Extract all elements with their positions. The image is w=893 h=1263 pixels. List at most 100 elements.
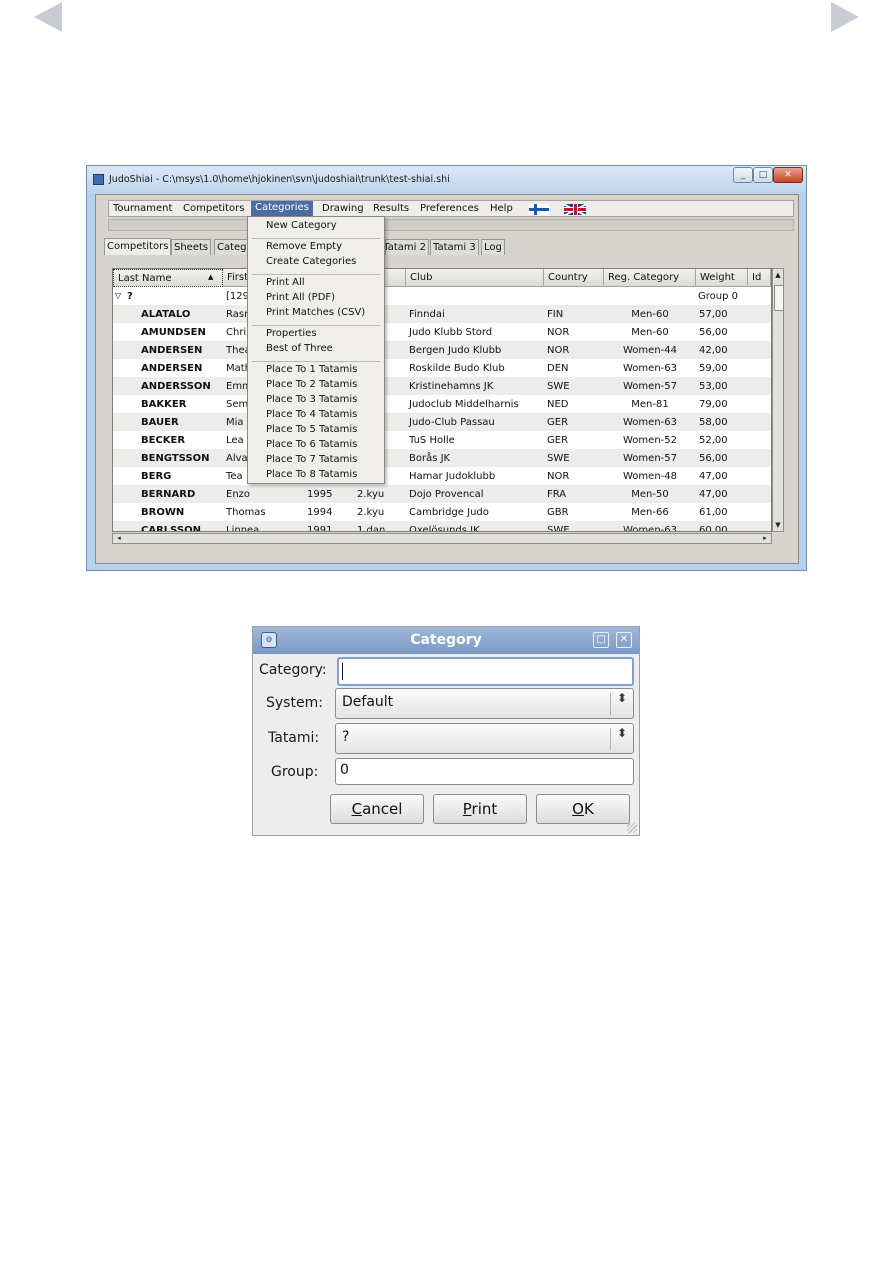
- first-name-cell: Mia: [226, 417, 244, 428]
- category-cell: Women-63: [623, 525, 677, 532]
- menu-item[interactable]: Print All: [266, 277, 305, 288]
- menu-item[interactable]: Place To 2 Tatamis: [266, 379, 357, 390]
- close-icon[interactable]: ✕: [616, 632, 632, 648]
- table-row[interactable]: ANDERSSON Emm Kristinehamns JK SWE Women-57 5…: [113, 377, 771, 395]
- category-cell: Men-66: [631, 507, 669, 518]
- first-name-cell: Thomas: [226, 507, 266, 518]
- menu-results[interactable]: Results: [373, 203, 409, 214]
- expander-icon[interactable]: ▽: [115, 291, 121, 300]
- menu-item[interactable]: Properties: [266, 328, 317, 339]
- table-row[interactable]: BERNARD Enzo 1995 2.kyu Dojo Provencal FRA Men…: [113, 485, 771, 503]
- menu-preferences[interactable]: Preferences: [420, 203, 479, 214]
- menu-item[interactable]: New Category: [266, 220, 337, 231]
- tab-competitors[interactable]: Competitors: [104, 238, 172, 255]
- table-row[interactable]: BENGTSSON Alva Borås JK SWE Women-57 56,00: [113, 449, 771, 467]
- menu-tournament[interactable]: Tournament: [113, 203, 172, 214]
- tatami-select[interactable]: ? ⬍: [335, 723, 634, 754]
- table-row[interactable]: BECKER Lea TuS Holle GER Women-52 52,00: [113, 431, 771, 449]
- club-cell: Kristinehamns JK: [409, 381, 494, 392]
- menu-item[interactable]: Place To 3 Tatamis: [266, 394, 357, 405]
- scroll-right-icon[interactable]: ▸: [760, 534, 770, 543]
- menu-item[interactable]: Print Matches (CSV): [266, 307, 365, 318]
- maximize-icon[interactable]: □: [593, 632, 609, 648]
- country-cell: GBR: [547, 507, 569, 518]
- menu-item[interactable]: Place To 1 Tatamis: [266, 364, 357, 375]
- category-name-input[interactable]: [337, 657, 634, 686]
- table-row[interactable]: BERG Tea Hamar Judoklubb NOR Women-48 47,00: [113, 467, 771, 485]
- uk-flag-icon[interactable]: [564, 204, 586, 215]
- next-page-icon[interactable]: [831, 2, 859, 32]
- tab-tatami-2[interactable]: Tatami 2: [385, 239, 429, 255]
- menu-item[interactable]: Place To 4 Tatamis: [266, 409, 357, 420]
- menu-item[interactable]: Create Categories: [266, 256, 356, 267]
- menu-item[interactable]: Remove Empty: [266, 241, 342, 252]
- maximize-button[interactable]: □: [753, 167, 773, 183]
- last-name-cell: BAKKER: [141, 399, 187, 410]
- cancel-label: ancel: [362, 800, 403, 818]
- scroll-thumb[interactable]: [774, 285, 784, 311]
- scroll-down-icon[interactable]: ▼: [774, 520, 782, 530]
- finnish-flag-icon[interactable]: [529, 204, 549, 215]
- group-input[interactable]: 0: [335, 758, 634, 785]
- column-weight[interactable]: Weight: [696, 269, 748, 287]
- ok-button[interactable]: OK: [536, 794, 630, 824]
- menu-categories[interactable]: Categories: [251, 201, 313, 217]
- cancel-button[interactable]: Cancel: [330, 794, 424, 824]
- menu-help[interactable]: Help: [490, 203, 513, 214]
- horizontal-scrollbar[interactable]: ◂ ▸: [112, 533, 772, 544]
- weight-cell: 52,00: [699, 435, 728, 446]
- menu-item[interactable]: Print All (PDF): [266, 292, 335, 303]
- club-cell: Judo-Club Passau: [409, 417, 495, 428]
- table-row[interactable]: ANDERSEN Thea Bergen Judo Klubb NOR Women-44…: [113, 341, 771, 359]
- tab-tatami-3[interactable]: Tatami 3: [430, 239, 479, 255]
- birth-year-cell: 1994: [307, 507, 333, 518]
- column-club[interactable]: Club: [406, 269, 544, 287]
- table-row[interactable]: BAUER Mia Judo-Club Passau GER Women-63 58,00: [113, 413, 771, 431]
- table-row[interactable]: BAKKER Sem Judoclub Middelharnis NED Men-81 7…: [113, 395, 771, 413]
- table-row[interactable]: ALATALO Rasm Finndai FIN Men-60 57,00: [113, 305, 771, 323]
- country-cell: NOR: [547, 327, 570, 338]
- group-row[interactable]: ▽ ? [129 Group 0: [113, 287, 771, 305]
- country-cell: NOR: [547, 345, 570, 356]
- system-select[interactable]: Default ⬍: [335, 688, 634, 719]
- print-button[interactable]: Print: [433, 794, 527, 824]
- menu-drawing[interactable]: Drawing: [322, 203, 364, 214]
- last-name-cell: BROWN: [141, 507, 185, 518]
- menu-item[interactable]: Best of Three: [266, 343, 333, 354]
- vertical-scrollbar[interactable]: ▲ ▼: [772, 268, 784, 532]
- menu-competitors[interactable]: Competitors: [183, 203, 244, 214]
- tab-log[interactable]: Log: [481, 239, 505, 255]
- resize-grip-icon[interactable]: [627, 823, 637, 833]
- weight-cell: 42,00: [699, 345, 728, 356]
- column-country[interactable]: Country: [544, 269, 604, 287]
- club-cell: Oxelösunds JK: [409, 525, 480, 532]
- table-row[interactable]: BROWN Thomas 1994 2.kyu Cambridge Judo GBR Men…: [113, 503, 771, 521]
- menu-item[interactable]: Place To 5 Tatamis: [266, 424, 357, 435]
- scroll-up-icon[interactable]: ▲: [774, 270, 782, 280]
- table-row[interactable]: CARLSSON Linnea 1991 1.dan Oxelösunds JK SWE W…: [113, 521, 771, 532]
- up-down-arrow-icon: ⬍: [616, 726, 627, 740]
- menu-item[interactable]: Place To 7 Tatamis: [266, 454, 357, 465]
- menu-item[interactable]: Place To 8 Tatamis: [266, 469, 357, 480]
- menu-item[interactable]: Place To 6 Tatamis: [266, 439, 357, 450]
- tab-sheets[interactable]: Sheets: [171, 239, 212, 255]
- last-name-cell: BAUER: [141, 417, 179, 428]
- column-last-name[interactable]: Last Name ▲: [113, 269, 223, 287]
- table-row[interactable]: AMUNDSEN Chris Judo Klubb Stord NOR Men-60 56…: [113, 323, 771, 341]
- first-name-cell: Lea: [226, 435, 244, 446]
- club-cell: Borås JK: [409, 453, 451, 464]
- column-id[interactable]: Id: [748, 269, 771, 287]
- print-label: rint: [471, 800, 498, 818]
- minimize-button[interactable]: _: [733, 167, 753, 183]
- column-reg-category[interactable]: Reg. Category: [604, 269, 696, 287]
- close-button[interactable]: ✕: [773, 167, 803, 183]
- table-row[interactable]: ANDERSEN Math Roskilde Budo Klub DEN Women-6…: [113, 359, 771, 377]
- scroll-left-icon[interactable]: ◂: [114, 534, 124, 543]
- ok-mnemonic: O: [572, 800, 584, 818]
- club-cell: Dojo Provencal: [409, 489, 484, 500]
- menu-separator: [252, 238, 380, 239]
- weight-cell: 59,00: [699, 363, 728, 374]
- judoshiai-main-window: JudoShiai - C:\msys\1.0\home\hjokinen\sv…: [86, 165, 807, 571]
- tab-categories[interactable]: Catego: [214, 239, 250, 255]
- previous-page-icon[interactable]: [34, 2, 62, 32]
